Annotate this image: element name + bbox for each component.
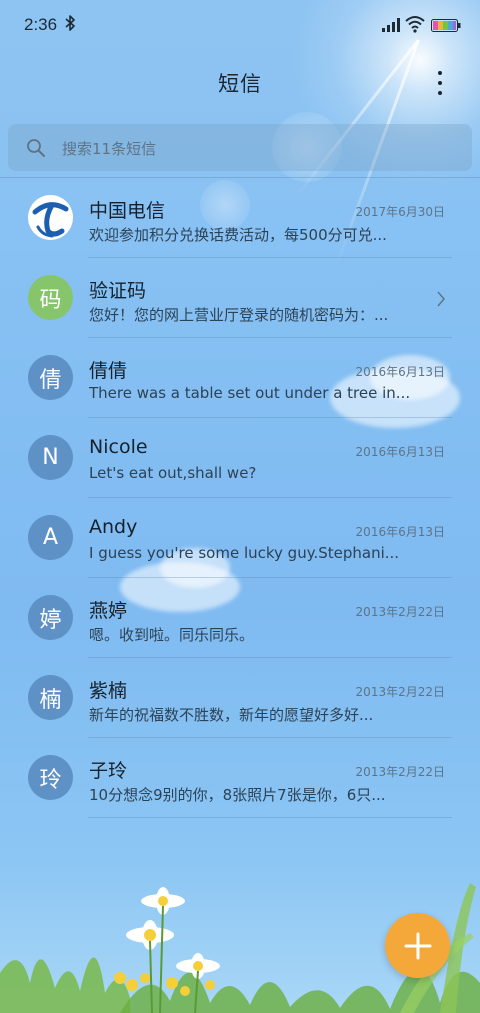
message-date: 2017年6月30日 <box>355 205 445 219</box>
avatar: A <box>28 515 73 560</box>
avatar: 码 <box>28 275 73 320</box>
conversation-item[interactable]: 倩 倩倩 2016年6月13日 There was a table set ou… <box>0 338 480 418</box>
conversation-item[interactable]: 楠 紫楠 2013年2月22日 新年的祝福数不胜数，新年的愿望好多好... <box>0 658 480 738</box>
message-date: 2016年6月13日 <box>355 365 445 379</box>
chevron-right-icon <box>437 291 445 307</box>
message-date: 2013年2月22日 <box>355 685 445 699</box>
contact-name: 验证码 <box>89 280 147 302</box>
search-icon <box>27 139 45 157</box>
plus-icon <box>404 932 431 959</box>
message-preview: 新年的祝福数不胜数，新年的愿望好多好... <box>89 706 374 724</box>
contact-name: 中国电信 <box>89 200 166 222</box>
status-time: 2:36 <box>24 15 58 34</box>
signal-icon <box>382 18 400 32</box>
messages-screen: 2:36 短信 搜索11条短信 中国电信 2017年6月30日 欢迎参加积分兑换… <box>0 0 480 1013</box>
message-date: 2016年6月13日 <box>355 445 445 459</box>
conversation-item[interactable]: 婷 燕婷 2013年2月22日 嗯。收到啦。同乐同乐。 <box>0 578 480 658</box>
contact-name: 子玲 <box>89 760 128 782</box>
page-title: 短信 <box>218 72 262 96</box>
conversation-list: 中国电信 2017年6月30日 欢迎参加积分兑换话费活动，每500分可兑... … <box>0 178 480 818</box>
search-input[interactable]: 搜索11条短信 <box>8 124 472 171</box>
more-options-button[interactable] <box>425 68 455 98</box>
wifi-icon <box>405 16 425 33</box>
avatar: 婷 <box>28 595 73 640</box>
message-preview: 您好！您的网上营业厅登录的随机密码为：... <box>89 306 389 324</box>
message-preview: I guess you're some lucky guy.Stephani..… <box>89 544 400 562</box>
avatar: 玲 <box>28 755 73 800</box>
message-date: 2013年2月22日 <box>355 605 445 619</box>
contact-name: Andy <box>89 516 138 538</box>
more-vertical-icon <box>438 71 442 75</box>
china-telecom-logo <box>28 195 73 240</box>
conversation-item[interactable]: N Nicole 2016年6月13日 Let's eat out,shall … <box>0 418 480 498</box>
battery-icon <box>431 19 461 32</box>
contact-name: 紫楠 <box>89 680 128 702</box>
message-date: 2013年2月22日 <box>355 765 445 779</box>
conversation-item[interactable]: 中国电信 2017年6月30日 欢迎参加积分兑换话费活动，每500分可兑... <box>0 178 480 258</box>
conversation-item[interactable]: 玲 子玲 2013年2月22日 10分想念9别的你，8张照片7张是你，6只... <box>0 738 480 818</box>
message-preview: There was a table set out under a tree i… <box>89 384 409 402</box>
message-date: 2016年6月13日 <box>355 525 445 539</box>
more-vertical-icon <box>438 91 442 95</box>
more-vertical-icon <box>438 81 442 85</box>
message-preview: 嗯。收到啦。同乐同乐。 <box>89 626 255 644</box>
contact-name: 燕婷 <box>89 600 128 622</box>
avatar: N <box>28 435 73 480</box>
bluetooth-icon <box>65 15 75 35</box>
contact-name: 倩倩 <box>89 360 128 382</box>
contact-name: Nicole <box>89 436 148 458</box>
new-message-button[interactable] <box>385 913 450 978</box>
avatar <box>28 195 73 240</box>
avatar: 楠 <box>28 675 73 720</box>
message-preview: 欢迎参加积分兑换话费活动，每500分可兑... <box>89 226 387 244</box>
search-placeholder: 搜索11条短信 <box>62 140 157 158</box>
divider <box>88 817 452 818</box>
conversation-item[interactable]: A Andy 2016年6月13日 I guess you're some lu… <box>0 498 480 578</box>
message-preview: 10分想念9别的你，8张照片7张是你，6只... <box>89 786 386 804</box>
status-bar: 2:36 <box>0 0 480 52</box>
conversation-item[interactable]: 码 验证码 您好！您的网上营业厅登录的随机密码为：... <box>0 258 480 338</box>
avatar: 倩 <box>28 355 73 400</box>
sun-ray-decoration <box>294 39 420 199</box>
message-preview: Let's eat out,shall we? <box>89 464 257 482</box>
